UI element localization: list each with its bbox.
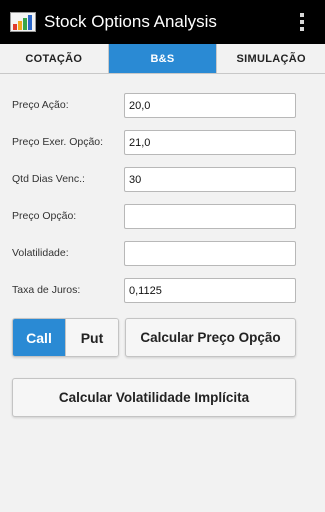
calculate-implied-volatility-button[interactable]: Calcular Volatilidade Implícita	[12, 378, 296, 417]
calculate-option-price-button[interactable]: Calcular Preço Opção	[125, 318, 296, 357]
call-button[interactable]: Call	[13, 319, 65, 356]
option-type-toggle: Call Put	[12, 318, 119, 357]
volatility-row: Volatilidade:	[0, 241, 325, 267]
volatility-input[interactable]	[124, 241, 296, 266]
days-to-expiry-input[interactable]	[124, 167, 296, 192]
app-title: Stock Options Analysis	[44, 12, 217, 31]
days-to-expiry-row: Qtd Dias Venc.:	[0, 167, 325, 193]
strike-price-label: Preço Exer. Opção:	[12, 136, 104, 148]
action-bar: Stock Options Analysis	[0, 0, 325, 44]
interest-rate-row: Taxa de Juros:	[0, 278, 325, 304]
tab-simulacao[interactable]: SIMULAÇÃO	[217, 44, 325, 73]
option-price-label: Preço Opção:	[12, 210, 77, 222]
stock-price-input[interactable]	[124, 93, 296, 118]
put-button[interactable]: Put	[65, 319, 118, 356]
days-to-expiry-label: Qtd Dias Venc.:	[12, 173, 85, 185]
overflow-menu-icon[interactable]	[287, 0, 317, 44]
strike-price-input[interactable]	[124, 130, 296, 155]
option-price-input[interactable]	[124, 204, 296, 229]
strike-price-row: Preço Exer. Opção:	[0, 130, 325, 156]
stock-price-row: Preço Ação:	[0, 93, 325, 119]
bar-chart-icon	[10, 10, 36, 34]
stock-price-label: Preço Ação:	[12, 99, 69, 111]
option-price-row: Preço Opção:	[0, 204, 325, 230]
interest-rate-label: Taxa de Juros:	[12, 284, 81, 296]
interest-rate-input[interactable]	[124, 278, 296, 303]
tab-bar: COTAÇÃO B&S SIMULAÇÃO	[0, 44, 325, 74]
tab-cotacao[interactable]: COTAÇÃO	[0, 44, 109, 73]
volatility-label: Volatilidade:	[12, 247, 69, 259]
tab-bs[interactable]: B&S	[108, 44, 218, 73]
